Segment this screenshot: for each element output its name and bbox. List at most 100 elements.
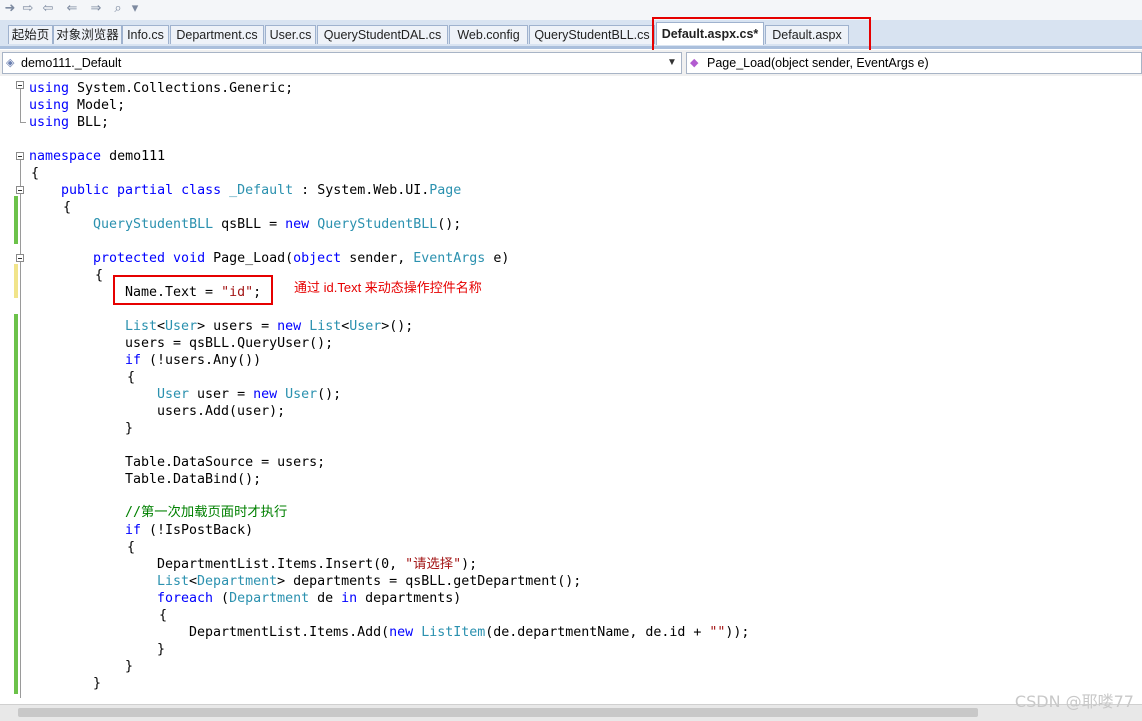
tab-web-config[interactable]: Web.config [449,25,528,44]
tab-info-cs[interactable]: Info.cs [122,25,169,44]
code-token: (!users.Any()) [141,353,262,368]
collapse-toggle[interactable] [16,152,24,160]
code-line: { [63,200,72,215]
outline-guide [20,156,21,698]
code-token: BLL; [69,115,110,130]
code-line: List<User> users = new List<User>(); [125,318,413,335]
code-token: new [277,319,302,334]
code-token: System.Collections.Generic; [69,81,294,96]
code-line: if (!users.Any()) [125,352,261,369]
code-token: new [253,387,278,402]
bookmark-next-icon[interactable]: ⇒ [88,1,104,17]
tab-querystudentbll-cs[interactable]: QueryStudentBLL.cs [529,25,655,44]
member-dropdown-value: Page_Load(object sender, EventArgs e) [707,56,929,70]
code-token: >(); [381,319,414,334]
code-comment: //第一次加载页面时才执行 [125,505,288,520]
code-token: DepartmentList.Items.Insert(0, [157,557,406,572]
annotation-label: 通过 id.Text 来动态操作控件名称 [294,280,482,295]
code-line: users.Add(user); [157,404,286,419]
tab-object-browser[interactable]: 对象浏览器 [53,25,122,44]
code-token: demo111 [101,149,166,164]
code-token: (); [317,387,342,402]
code-line: { [95,268,104,283]
code-line: User user = new User(); [157,386,341,403]
toolbar: ➜ ⇨ ⇦ ⇐ ⇒ ⌕ ▾ [0,0,1142,20]
tab-department-cs[interactable]: Department.cs [170,25,264,44]
code-line: foreach (Department de in departments) [157,590,461,607]
code-token: namespace [29,149,102,164]
code-token: DepartmentList.Items.Add( [189,625,390,640]
collapse-toggle[interactable] [16,254,24,262]
code-token: departments) [357,591,462,606]
code-token: Department [229,591,310,606]
code-line: { [31,166,40,181]
code-token: > departments = qsBLL.getDepartment(); [277,574,582,589]
code-token: e) [485,251,510,266]
type-dropdown[interactable]: ◈ demo111._Default ▼ [2,52,682,74]
code-token: Department [197,574,278,589]
code-token: List [125,319,158,334]
code-token: using [29,115,70,130]
horizontal-scrollbar[interactable] [0,704,1142,721]
tab-user-cs[interactable]: User.cs [265,25,316,44]
code-token: using [29,81,70,96]
code-token: User [157,387,190,402]
code-token: User [349,319,382,334]
code-token: if [125,523,142,538]
code-line: { [159,608,168,623]
code-token: qsBLL = [213,217,286,232]
tab-querystudentdal-cs[interactable]: QueryStudentDAL.cs [317,25,448,44]
collapse-toggle[interactable] [16,186,24,194]
tab-start-page[interactable]: 起始页 [8,25,53,44]
bookmark-icon[interactable]: ⇐ [64,1,80,17]
code-token: _Default [229,183,294,198]
code-line: protected void Page_Load(object sender, … [93,250,509,267]
code-token: ListItem [421,625,486,640]
member-dropdown[interactable]: ◆ Page_Load(object sender, EventArgs e) [686,52,1142,74]
chevron-down-icon[interactable]: ▼ [663,53,681,73]
code-line: using BLL; [29,114,109,131]
code-line: Table.DataBind(); [125,472,262,487]
class-icon: ◈ [6,57,15,69]
code-token: new [389,625,414,640]
code-token: User [165,319,198,334]
code-token: > users = [197,319,278,334]
code-token: in [341,591,358,606]
code-line: DepartmentList.Items.Add(new ListItem(de… [189,624,749,641]
overflow-chevron-icon[interactable]: ▾ [130,1,140,17]
code-token: QueryStudentBLL [317,217,438,232]
code-line: namespace demo111 [29,148,165,165]
code-line: using Model; [29,97,125,114]
code-line: { [127,370,136,385]
code-token: foreach [157,591,214,606]
code-token: EventArgs [413,251,486,266]
navigate-back-icon[interactable]: ➜ [2,1,18,17]
code-token: Model; [69,98,126,113]
code-line: QueryStudentBLL qsBLL = new QueryStudent… [93,216,461,233]
code-token: < [157,319,166,334]
outline-end-mark [20,122,26,123]
method-icon: ◆ [690,57,699,69]
scrollbar-thumb[interactable] [18,708,978,717]
saved-change-bar [14,314,18,694]
code-token: List [309,319,342,334]
bookmark-prev-icon[interactable]: ⇦ [40,1,56,17]
code-token: (); [437,217,462,232]
code-line: DepartmentList.Items.Insert(0, "请选择"); [157,556,477,573]
code-token: < [189,574,198,589]
code-token: de [309,591,342,606]
code-token: (de.departmentName, de.id + [485,625,710,640]
code-highlight-box [113,275,273,305]
code-line: if (!IsPostBack) [125,522,253,539]
code-line: public partial class _Default : System.W… [61,182,461,199]
code-token: user = [189,387,254,402]
code-editor[interactable]: using System.Collections.Generic; using … [0,76,1142,704]
find-icon[interactable]: ⌕ [110,1,126,17]
code-token: (!IsPostBack) [141,523,254,538]
code-line: } [125,421,134,436]
code-token: if [125,353,142,368]
code-token: List [157,574,190,589]
code-token: QueryStudentBLL [93,217,214,232]
navigate-forward-icon[interactable]: ⇨ [20,1,36,17]
collapse-toggle[interactable] [16,81,24,89]
